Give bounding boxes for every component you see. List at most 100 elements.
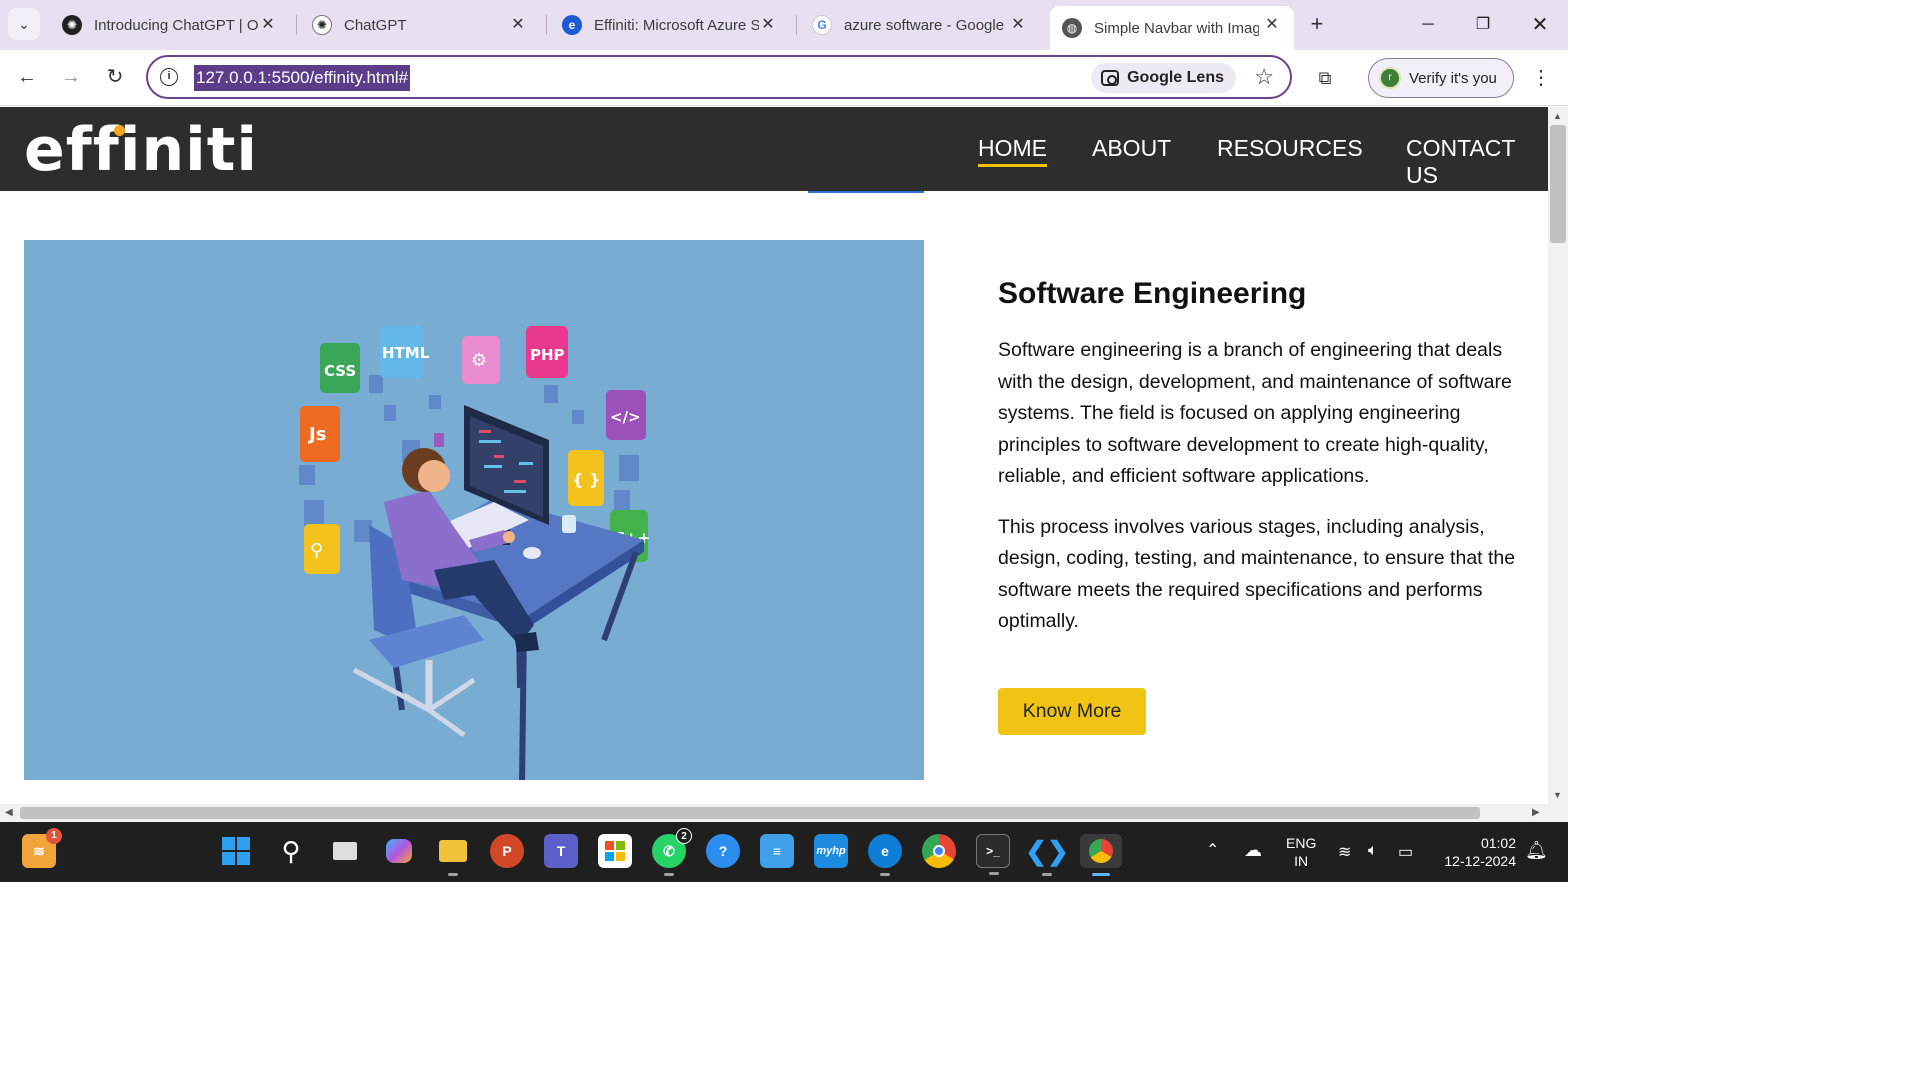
- close-icon[interactable]: ✕: [258, 15, 278, 35]
- nav-home[interactable]: HOME: [978, 135, 1047, 167]
- nav-contact-us[interactable]: CONTACT US: [1406, 135, 1548, 189]
- verify-profile-button[interactable]: r Verify it's you: [1368, 58, 1514, 98]
- notifications-button[interactable]: 🔔︎: [1525, 840, 1548, 900]
- logo-dot: [114, 125, 125, 136]
- powerpoint-button[interactable]: P: [490, 834, 524, 868]
- teams-button[interactable]: T: [544, 834, 578, 868]
- section-paragraph-1: Software engineering is a branch of engi…: [998, 339, 1512, 487]
- battery-tray[interactable]: ▭: [1398, 842, 1413, 902]
- globe-icon: ◍: [1062, 18, 1082, 38]
- extensions-button[interactable]: ⧉: [1310, 63, 1340, 93]
- help-icon: ?: [718, 843, 728, 859]
- site-logo[interactable]: effiniti: [24, 115, 258, 185]
- address-bar[interactable]: i 127.0.0.1:5500/effinity.html# Google L…: [146, 55, 1292, 99]
- clock-date: 12-12-2024: [1444, 853, 1516, 869]
- chrome-icon: [933, 845, 945, 857]
- task-view-button[interactable]: [328, 834, 362, 868]
- store-button[interactable]: [598, 834, 632, 868]
- tab-separator: [796, 15, 797, 35]
- tab-google-search[interactable]: G azure software - Google S ✕: [800, 6, 1040, 44]
- address-text[interactable]: 127.0.0.1:5500/effinity.html#: [194, 65, 411, 91]
- close-window-button[interactable]: ✕: [1525, 10, 1555, 40]
- tab-introducing-chatgpt[interactable]: ✺ Introducing ChatGPT | Op ✕: [50, 6, 290, 44]
- terminal-button[interactable]: >_: [976, 834, 1010, 875]
- arrow-right-icon: →: [61, 66, 81, 88]
- file-explorer-button[interactable]: [436, 834, 470, 876]
- clock[interactable]: 01:02 12-12-2024: [1436, 834, 1516, 870]
- google-lens-button[interactable]: Google Lens: [1091, 63, 1236, 93]
- horizontal-scrollbar[interactable]: ◀ ▶: [0, 804, 1548, 822]
- show-hidden-icons-button[interactable]: ⌃: [1206, 840, 1219, 900]
- close-icon[interactable]: ✕: [508, 15, 528, 35]
- svg-text:⚲: ⚲: [310, 540, 323, 561]
- new-tab-button[interactable]: +: [1304, 12, 1330, 38]
- language-indicator[interactable]: ENG IN: [1286, 834, 1316, 894]
- network-tray[interactable]: ≋: [1338, 842, 1351, 902]
- scroll-right-icon[interactable]: ▶: [1532, 807, 1540, 818]
- teams-icon: T: [556, 843, 566, 859]
- back-button[interactable]: ←: [12, 62, 42, 92]
- tile-code: </>: [610, 408, 641, 426]
- close-icon[interactable]: ✕: [758, 15, 778, 35]
- close-icon[interactable]: ✕: [1008, 15, 1028, 35]
- scroll-down-icon[interactable]: ▼: [1553, 790, 1562, 800]
- tab-title: azure software - Google S: [844, 16, 1009, 34]
- scroll-left-icon[interactable]: ◀: [5, 807, 13, 818]
- bookmark-star-icon[interactable]: ☆: [1254, 64, 1274, 90]
- avatar: r: [1379, 67, 1401, 89]
- tile-js: Js: [307, 424, 326, 445]
- whatsapp-button[interactable]: ✆ 2: [652, 828, 692, 876]
- chrome-profile-icon: [1089, 839, 1113, 863]
- tab-search-button[interactable]: ⌄: [8, 8, 40, 40]
- restore-icon: ❐: [1475, 16, 1491, 33]
- vertical-scrollbar[interactable]: ▲ ▼: [1548, 107, 1568, 804]
- browser-toolbar: ← → ↻ i 127.0.0.1:5500/effinity.html# Go…: [0, 50, 1568, 106]
- developer-at-desk-illustration: CSS HTML ⚙ PHP Js </> { } C++ ⚲: [299, 326, 650, 786]
- tab-simple-navbar[interactable]: ◍ Simple Navbar with Imag ✕: [1050, 6, 1294, 50]
- weather-widget[interactable]: ≋ 1: [22, 828, 62, 868]
- restore-button[interactable]: ❐: [1468, 10, 1498, 40]
- windows-logo-icon: [222, 837, 250, 865]
- reload-button[interactable]: ↻: [100, 62, 130, 92]
- nav-resources[interactable]: RESOURCES: [1217, 135, 1363, 162]
- search-button[interactable]: ⚲: [274, 834, 308, 868]
- chrome-button[interactable]: [922, 834, 956, 868]
- volume-tray[interactable]: 🔈︎: [1368, 842, 1378, 902]
- site-info-icon[interactable]: i: [160, 68, 178, 86]
- puzzle-icon: ⧉: [1318, 68, 1332, 88]
- know-more-button[interactable]: Know More: [998, 688, 1146, 735]
- scroll-up-icon[interactable]: ▲: [1553, 111, 1562, 121]
- chrome-profile-button[interactable]: [1080, 834, 1122, 876]
- myhp-icon: myhp: [816, 845, 846, 857]
- arrow-left-icon: ←: [17, 66, 37, 88]
- whatsapp-badge: 2: [676, 828, 692, 844]
- start-button[interactable]: [219, 834, 253, 868]
- close-icon[interactable]: ✕: [1262, 15, 1282, 35]
- nav-about[interactable]: ABOUT: [1092, 135, 1171, 162]
- cloud-icon: ☁: [1244, 840, 1262, 860]
- onedrive-tray[interactable]: ☁: [1244, 840, 1262, 900]
- edge-button[interactable]: e: [868, 834, 902, 876]
- vertical-scroll-thumb[interactable]: [1550, 125, 1566, 243]
- page-viewport: effiniti HOME ABOUT RESOURCES CONTACT US: [0, 107, 1548, 804]
- logo-text: effiniti: [24, 115, 258, 185]
- plus-icon: +: [1310, 11, 1324, 36]
- effiniti-icon: e: [562, 15, 582, 35]
- horizontal-scroll-thumb[interactable]: [20, 807, 1480, 819]
- wifi-icon: ≋: [1338, 844, 1352, 861]
- google-icon: G: [812, 15, 832, 35]
- browser-menu-button[interactable]: ⋮: [1528, 64, 1554, 92]
- forward-button[interactable]: →: [56, 62, 86, 92]
- myhp-button[interactable]: myhp: [814, 834, 848, 868]
- copilot-button[interactable]: [382, 834, 416, 868]
- minimize-button[interactable]: ─: [1413, 10, 1443, 40]
- more-vertical-icon: ⋮: [1531, 67, 1551, 89]
- tab-chatgpt[interactable]: ✺ ChatGPT ✕: [300, 6, 540, 44]
- tab-effiniti-azure[interactable]: e Effiniti: Microsoft Azure S ✕: [550, 6, 790, 44]
- weather-icon: ≋: [33, 842, 45, 859]
- vscode-button[interactable]: ❮❯: [1025, 834, 1069, 876]
- vscode-icon: ❮❯: [1025, 835, 1069, 866]
- get-help-button[interactable]: ?: [706, 834, 740, 868]
- battery-icon: ▭: [1398, 844, 1414, 861]
- notepad-button[interactable]: ≡: [760, 834, 794, 868]
